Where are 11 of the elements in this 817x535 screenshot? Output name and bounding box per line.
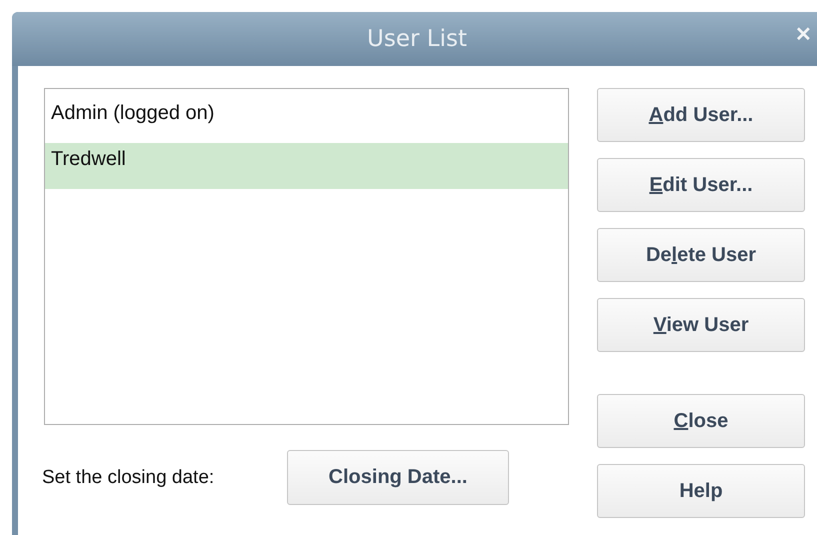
closing-date-label: Set the closing date: [42, 466, 216, 488]
user-row[interactable]: Admin (logged on) [45, 97, 568, 143]
dialog-button[interactable]: Edit User... [597, 158, 805, 212]
user-row[interactable]: Tredwell [45, 143, 568, 189]
dialog-button[interactable]: Help [597, 464, 805, 518]
dialog-button[interactable]: Add User... [597, 88, 805, 142]
dialog-button[interactable]: View User [597, 298, 805, 352]
closing-date-button[interactable]: Closing Date... [287, 450, 509, 505]
window-title: User List [367, 26, 467, 52]
dialog-button[interactable]: Close [597, 394, 805, 448]
dialog-button[interactable]: Delete User [597, 228, 805, 282]
